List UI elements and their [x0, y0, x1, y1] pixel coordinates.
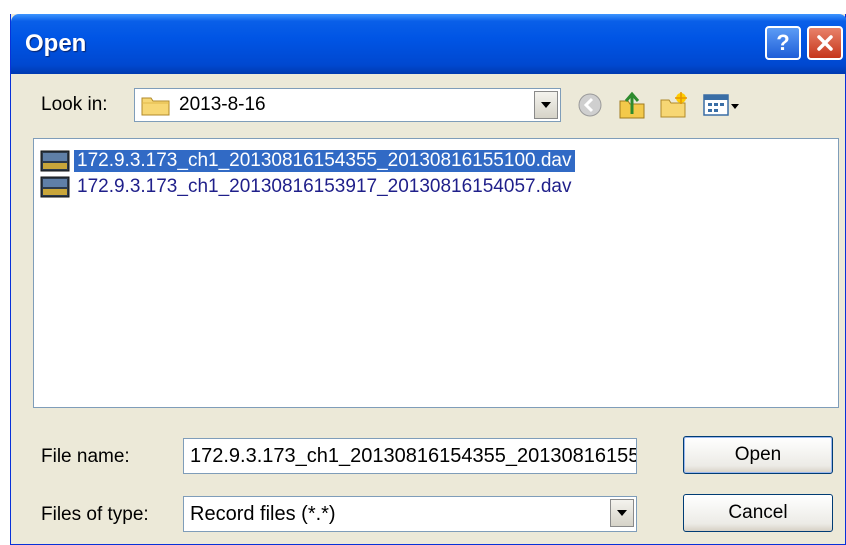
look-in-dropdown-arrow[interactable]: [534, 91, 558, 119]
file-name: 172.9.3.173_ch1_20130816153917_201308161…: [77, 176, 572, 197]
back-button[interactable]: [573, 88, 607, 122]
file-item-2[interactable]: 172.9.3.173_ch1_20130816153917_201308161…: [40, 174, 575, 200]
look-in-value: 2013-8-16: [179, 94, 266, 115]
chevron-down-icon: [617, 510, 627, 516]
new-folder-button[interactable]: [657, 88, 691, 122]
close-icon: [817, 35, 833, 51]
file-name-value: 172.9.3.173_ch1_20130816154355_201308161…: [190, 445, 637, 467]
up-folder-button[interactable]: [615, 88, 649, 122]
video-file-icon: [40, 176, 70, 198]
look-in-dropdown[interactable]: 2013-8-16: [134, 88, 561, 122]
views-menu-button[interactable]: [701, 88, 741, 122]
look-in-label: Look in:: [41, 94, 108, 115]
file-list[interactable]: 172.9.3.173_ch1_20130816154355_201308161…: [33, 138, 839, 408]
help-button[interactable]: ?: [765, 26, 801, 60]
file-type-dropdown[interactable]: Record files (*.*): [183, 496, 637, 532]
file-type-dropdown-arrow[interactable]: [610, 499, 634, 527]
up-folder-icon: [619, 91, 645, 119]
video-file-icon: [40, 150, 70, 172]
back-icon: [578, 93, 602, 117]
open-button[interactable]: Open: [683, 436, 833, 474]
window-title: Open: [25, 30, 87, 57]
chevron-down-icon: [541, 102, 551, 108]
file-name-input[interactable]: 172.9.3.173_ch1_20130816154355_201308161…: [183, 438, 637, 474]
views-menu-icon: [703, 94, 739, 116]
file-name: 172.9.3.173_ch1_20130816154355_201308161…: [74, 150, 575, 172]
help-icon: ?: [776, 30, 790, 55]
title-bar[interactable]: Open ?: [11, 14, 846, 74]
file-item-1[interactable]: 172.9.3.173_ch1_20130816154355_201308161…: [40, 148, 575, 174]
new-folder-icon: [660, 92, 687, 118]
file-name-label: File name:: [41, 446, 130, 467]
file-type-label: Files of type:: [41, 504, 149, 525]
close-button[interactable]: [807, 26, 843, 60]
open-dialog: Open ? Look in: 2013-8-16 172.9.3.173_ch…: [10, 14, 846, 545]
cancel-button[interactable]: Cancel: [683, 494, 833, 532]
file-type-value: Record files (*.*): [190, 503, 336, 525]
folder-icon: [141, 97, 170, 116]
